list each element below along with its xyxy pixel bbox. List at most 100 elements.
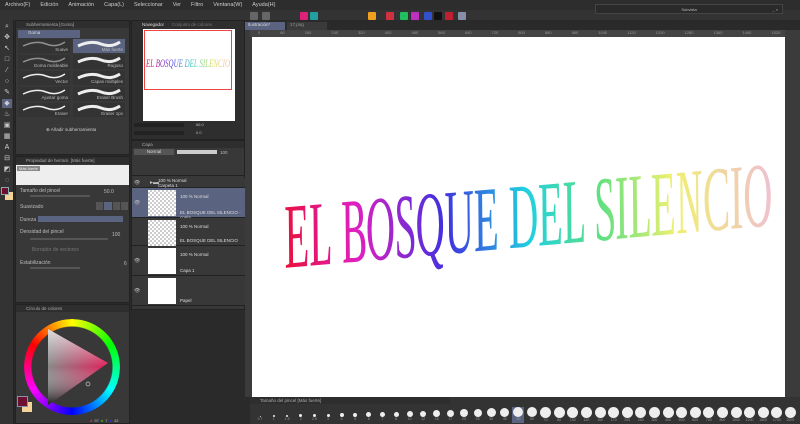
color-swatches[interactable] xyxy=(1,187,13,201)
saturation-triangle[interactable] xyxy=(46,329,116,405)
brush-size-value[interactable]: 50.0 xyxy=(104,189,114,195)
stabilization-value[interactable]: 6 xyxy=(124,261,127,267)
brush-size-preset[interactable]: 8 xyxy=(390,407,402,423)
close-icon[interactable]: _ × xyxy=(772,5,778,14)
brush-size-preset[interactable]: 70 xyxy=(540,407,552,423)
color-button[interactable] xyxy=(434,12,442,20)
menu-item[interactable]: Ayuda(H) xyxy=(252,2,275,8)
subtool-brush[interactable]: Vector xyxy=(18,71,70,85)
zoom-slider[interactable] xyxy=(134,123,184,127)
color-button[interactable] xyxy=(458,12,466,20)
brush-size-preset[interactable]: 1700 xyxy=(771,407,783,423)
open-button[interactable] xyxy=(262,12,270,20)
brush-size-preset[interactable]: 1500 xyxy=(757,407,769,423)
gradient-icon[interactable]: ▦ xyxy=(2,132,12,141)
menu-item[interactable]: Animación xyxy=(68,2,94,8)
eraser-icon[interactable]: ◆ xyxy=(2,99,12,108)
pen-icon[interactable]: ✎ xyxy=(2,88,12,97)
color-wheel-tab[interactable]: Círculo de colores xyxy=(16,305,129,312)
tab-color-set[interactable]: Conjunto de colores xyxy=(172,21,212,28)
brush-size-preset[interactable]: 200 xyxy=(621,407,633,423)
brush-size-preset[interactable]: 400 xyxy=(662,407,674,423)
subtool-brush[interactable]: Ajustar goma xyxy=(18,87,70,101)
brush-size-preset[interactable]: 2.5 xyxy=(308,407,320,423)
tab-17-png[interactable]: 17.png xyxy=(287,22,327,30)
zoom-tool-icon[interactable]: ⌕ xyxy=(2,22,12,31)
tool-property-tab[interactable]: Propiedad de herram. [Más fuerte] xyxy=(16,157,129,164)
tab-layer[interactable]: Capa xyxy=(132,141,244,148)
antialias-options[interactable] xyxy=(96,202,128,210)
brush-size-preset[interactable]: 700 xyxy=(703,407,715,423)
color-button[interactable] xyxy=(400,12,408,20)
brush-size-preset[interactable]: 30 xyxy=(485,407,497,423)
layer-row[interactable]: 👁 Papel xyxy=(132,276,247,306)
balloon-icon[interactable]: ◌ xyxy=(2,176,12,185)
subview-window[interactable]: Subvista _ × xyxy=(595,4,783,14)
subtool-brush[interactable]: Eraser xyxy=(18,103,70,117)
text-icon[interactable]: A xyxy=(2,143,12,152)
subtool-brush[interactable]: Goma moldeable xyxy=(18,55,70,69)
visibility-eye-icon[interactable]: 👁 xyxy=(134,200,140,206)
rotate-slider[interactable] xyxy=(134,131,184,135)
subtool-brush[interactable]: Rugoso xyxy=(73,55,125,69)
operation-tool-icon[interactable]: ↖ xyxy=(2,44,12,53)
brush-size-preset[interactable]: 7 xyxy=(376,407,388,423)
brush-size-preset[interactable]: 500 xyxy=(676,407,688,423)
new-button[interactable] xyxy=(250,12,258,20)
main-color[interactable] xyxy=(1,187,9,195)
menu-item[interactable]: Capa(L) xyxy=(104,2,124,8)
lasso-icon[interactable]: ○ xyxy=(2,77,12,86)
brush-size-preset[interactable]: 4 xyxy=(336,407,348,423)
color-button[interactable] xyxy=(424,12,432,20)
brush-size-preset[interactable]: 0.7 xyxy=(254,407,266,423)
brush-size-tab[interactable]: Tamaño del pincel [Más fuerte] xyxy=(250,397,450,404)
subtool-group-eraser[interactable]: Goma xyxy=(18,30,80,38)
move-tool-icon[interactable]: ✥ xyxy=(2,33,12,42)
brush-size-preset[interactable]: 1.5 xyxy=(281,407,293,423)
subtool-brush[interactable]: Capas múltiples xyxy=(73,71,125,85)
color-button[interactable] xyxy=(386,12,394,20)
layer-row[interactable]: 👁100 % NormalEL BOSQUE DEL SILENCIO - co… xyxy=(132,188,247,220)
brush-size-preset[interactable]: 5 xyxy=(349,407,361,423)
color-button[interactable] xyxy=(411,12,419,20)
brush-size-preset[interactable]: 1200 xyxy=(744,407,756,423)
color-button[interactable] xyxy=(300,12,308,20)
brush-size-preset[interactable]: 1000 xyxy=(730,407,742,423)
canvas[interactable]: EL BOSQUE DEL SILENCIO xyxy=(252,37,785,397)
brush-size-preset[interactable]: 250 xyxy=(635,407,647,423)
brush-size-preset[interactable]: 300 xyxy=(648,407,660,423)
frame-icon[interactable]: ⊟ xyxy=(2,154,12,163)
layer-row[interactable]: 👁 ▸▬ 100 % Normal Carpeta 1 xyxy=(132,178,247,188)
brush-size-preset[interactable]: 2 xyxy=(295,407,307,423)
brush-size-preset[interactable]: 100 xyxy=(567,407,579,423)
menu-item[interactable]: Seleccionar xyxy=(134,2,163,8)
brush-size-preset[interactable]: 17 xyxy=(444,407,456,423)
brush-size-preset[interactable]: 6 xyxy=(363,407,375,423)
menu-item[interactable]: Archivo(F) xyxy=(5,2,30,8)
menu-item[interactable]: Edición xyxy=(40,2,58,8)
visibility-eye-icon[interactable]: 👁 xyxy=(134,180,140,186)
brush-size-preset[interactable]: 1 xyxy=(268,407,280,423)
layer-row[interactable]: 👁 100 % Normal Capa 1 xyxy=(132,246,247,276)
color-button[interactable] xyxy=(310,12,318,20)
subtool-brush[interactable]: Más fuerte xyxy=(73,39,125,53)
layer-row[interactable]: 100 % Normal EL BOSQUE DEL SILENCIO xyxy=(132,218,247,246)
brush-size-preset[interactable]: 50 xyxy=(512,407,525,423)
tab-navigator[interactable]: Navegador xyxy=(142,21,164,28)
subtool-brush[interactable]: Eraser 1px xyxy=(73,103,125,117)
brush-size-preset[interactable]: 12 xyxy=(417,407,429,423)
visibility-eye-icon[interactable]: 👁 xyxy=(134,258,140,264)
brush-size-preset[interactable]: 3 xyxy=(322,407,334,423)
brush-size-preset[interactable]: 15 xyxy=(431,407,443,423)
brush-size-preset[interactable]: 2000 xyxy=(784,407,796,423)
brush-size-preset[interactable]: 40 xyxy=(499,407,511,423)
brush-size-preset[interactable]: 600 xyxy=(689,407,701,423)
opacity-slider[interactable] xyxy=(177,150,217,154)
brush-size-preset[interactable]: 800 xyxy=(716,407,728,423)
subtool-brush[interactable]: Eraser Brush xyxy=(73,87,125,101)
subtool-tab[interactable]: Subherramienta [Goma] xyxy=(16,21,129,28)
visibility-eye-icon[interactable]: 👁 xyxy=(134,288,140,294)
blend-mode-select[interactable]: Normal xyxy=(134,149,174,155)
hardness-selector[interactable] xyxy=(38,216,123,222)
vector-eraser-label[interactable]: Borrador de vectores xyxy=(32,247,79,253)
